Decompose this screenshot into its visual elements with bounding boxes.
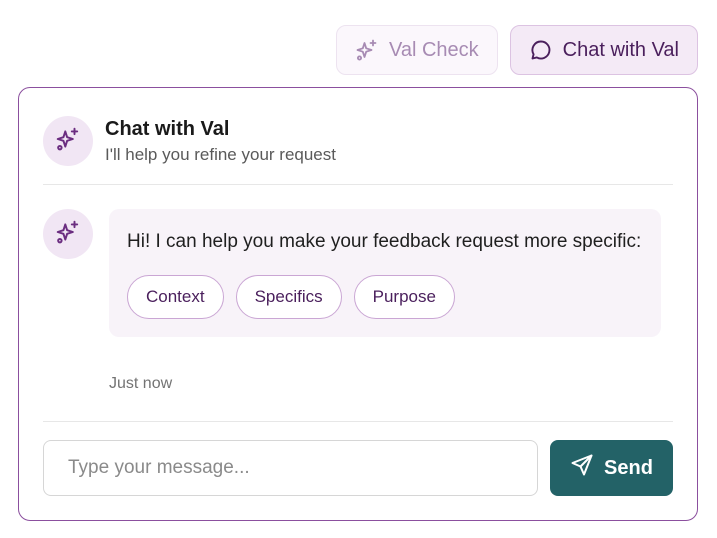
send-icon [570, 453, 594, 483]
chat-bubble-icon [529, 38, 553, 62]
chat-panel: Chat with Val I'll help you refine your … [18, 87, 698, 521]
val-check-button[interactable]: Val Check [335, 25, 498, 75]
val-check-label: Val Check [388, 38, 479, 61]
chip-purpose[interactable]: Purpose [353, 275, 455, 319]
chip-context[interactable]: Context [127, 275, 224, 319]
sparkle-icon [55, 126, 81, 157]
message-timestamp: Just now [109, 375, 173, 392]
mode-toggle-group: Val Check Chat with Val [335, 25, 698, 75]
sparkle-icon [355, 38, 379, 62]
message-input[interactable] [43, 440, 538, 496]
message-bubble: Hi! I can help you make your feedback re… [109, 209, 661, 337]
composer: Send [43, 440, 673, 496]
send-button[interactable]: Send [550, 440, 673, 496]
suggestion-chips: Context Specifics Purpose [127, 275, 643, 319]
chip-specifics[interactable]: Specifics [235, 275, 342, 319]
message-item: Hi! I can help you make your feedback re… [43, 209, 661, 337]
sparkle-icon [55, 219, 81, 250]
chat-title: Chat with Val [105, 118, 230, 140]
send-label: Send [604, 456, 653, 479]
chat-with-val-button[interactable]: Chat with Val [509, 25, 698, 75]
val-avatar [43, 116, 93, 166]
chat-subtitle: I'll help you refine your request [105, 145, 336, 164]
message-avatar [43, 209, 93, 259]
chat-with-val-label: Chat with Val [562, 38, 679, 61]
message-text: Hi! I can help you make your feedback re… [127, 231, 642, 252]
input-divider [43, 421, 673, 422]
chat-header: Chat with Val I'll help you refine your … [43, 116, 336, 166]
header-divider [43, 184, 673, 185]
